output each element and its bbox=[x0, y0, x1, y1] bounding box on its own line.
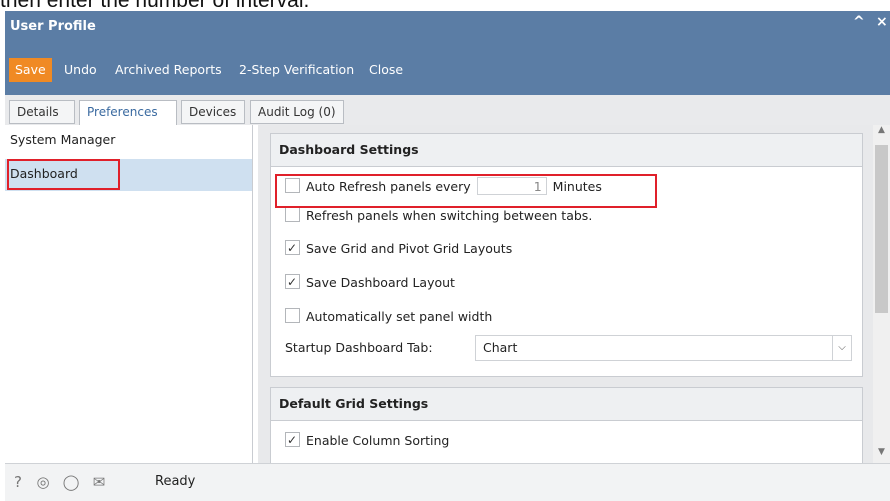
doc-instruction-text: then enter the number of interval. bbox=[0, 0, 310, 12]
enable-column-sorting-checkbox[interactable] bbox=[285, 429, 300, 451]
chevron-down-icon[interactable]: ⌵ bbox=[832, 336, 851, 360]
close-button[interactable]: Close bbox=[369, 59, 403, 81]
scroll-thumb[interactable] bbox=[875, 145, 888, 313]
save-grid-layouts-row: Save Grid and Pivot Grid Layouts bbox=[285, 237, 513, 260]
auto-panel-width-row: Automatically set panel width bbox=[285, 306, 492, 328]
refresh-on-switch-label: Refresh panels when switching between ta… bbox=[306, 208, 593, 223]
mail-icon[interactable]: ✉ bbox=[90, 473, 108, 491]
tab-audit-log[interactable]: Audit Log (0) bbox=[250, 100, 344, 124]
enable-column-sorting-label: Enable Column Sorting bbox=[306, 433, 450, 448]
startup-tab-value: Chart bbox=[483, 340, 518, 355]
window-title: User Profile bbox=[10, 19, 96, 34]
save-grid-layouts-label: Save Grid and Pivot Grid Layouts bbox=[306, 241, 513, 256]
default-grid-settings-section: Default Grid Settings Enable Column Sort… bbox=[270, 387, 863, 467]
save-grid-layouts-checkbox[interactable] bbox=[285, 237, 300, 259]
dashboard-settings-section: Dashboard Settings Auto Refresh panels e… bbox=[270, 133, 863, 377]
tab-bar: Details Preferences Devices Audit Log (0… bbox=[5, 95, 890, 126]
highlight-box-auto-refresh bbox=[275, 174, 657, 208]
content-area: System Manager Dashboard Dashboard Setti… bbox=[5, 125, 890, 467]
save-dashboard-layout-checkbox[interactable] bbox=[285, 271, 300, 293]
sidebar-item-system-manager[interactable]: System Manager bbox=[5, 125, 252, 157]
archived-reports-button[interactable]: Archived Reports bbox=[115, 59, 222, 81]
idea-icon[interactable]: ◯ bbox=[62, 473, 80, 491]
scroll-down-arrow-icon[interactable]: ▼ bbox=[873, 447, 890, 463]
auto-panel-width-checkbox[interactable] bbox=[285, 308, 300, 323]
save-dashboard-layout-label: Save Dashboard Layout bbox=[306, 275, 455, 290]
tab-devices[interactable]: Devices bbox=[181, 100, 245, 124]
enable-column-sorting-row: Enable Column Sorting bbox=[285, 429, 450, 452]
auto-panel-width-label: Automatically set panel width bbox=[306, 309, 493, 324]
help-icon[interactable]: ? bbox=[9, 473, 27, 491]
settings-pane: Dashboard Settings Auto Refresh panels e… bbox=[258, 125, 890, 467]
preferences-sidebar: System Manager Dashboard bbox=[5, 125, 253, 463]
close-icon[interactable]: × bbox=[876, 14, 888, 30]
dashboard-settings-header: Dashboard Settings bbox=[271, 134, 862, 167]
chevron-up-icon[interactable]: ^ bbox=[853, 14, 865, 30]
user-profile-window: User Profile ^ × Save Undo Archived Repo… bbox=[5, 11, 890, 501]
undo-button[interactable]: Undo bbox=[64, 59, 97, 81]
startup-tab-label: Startup Dashboard Tab: bbox=[285, 340, 433, 355]
save-button[interactable]: Save bbox=[9, 58, 52, 82]
startup-tab-select[interactable]: Chart ⌵ bbox=[475, 335, 852, 361]
refresh-on-switch-row: Refresh panels when switching between ta… bbox=[285, 205, 592, 227]
highlight-box-dashboard bbox=[7, 159, 120, 190]
support-icon[interactable]: ◎ bbox=[34, 473, 52, 491]
toolbar: Save Undo Archived Reports 2-Step Verifi… bbox=[5, 55, 890, 85]
scroll-up-arrow-icon[interactable]: ▲ bbox=[873, 125, 890, 141]
save-dashboard-layout-row: Save Dashboard Layout bbox=[285, 271, 455, 294]
tab-details[interactable]: Details bbox=[9, 100, 75, 124]
status-bar: ? ◎ ◯ ✉ Ready bbox=[5, 463, 890, 501]
two-step-verification-button[interactable]: 2-Step Verification bbox=[239, 59, 354, 81]
vertical-scrollbar[interactable]: ▲ ▼ bbox=[873, 125, 890, 463]
refresh-on-switch-checkbox[interactable] bbox=[285, 207, 300, 222]
tab-preferences[interactable]: Preferences bbox=[79, 100, 177, 126]
default-grid-settings-header: Default Grid Settings bbox=[271, 388, 862, 421]
title-bar: User Profile ^ × bbox=[5, 11, 890, 44]
status-text: Ready bbox=[155, 474, 196, 489]
startup-tab-row: Startup Dashboard Tab: Chart ⌵ bbox=[285, 335, 865, 361]
